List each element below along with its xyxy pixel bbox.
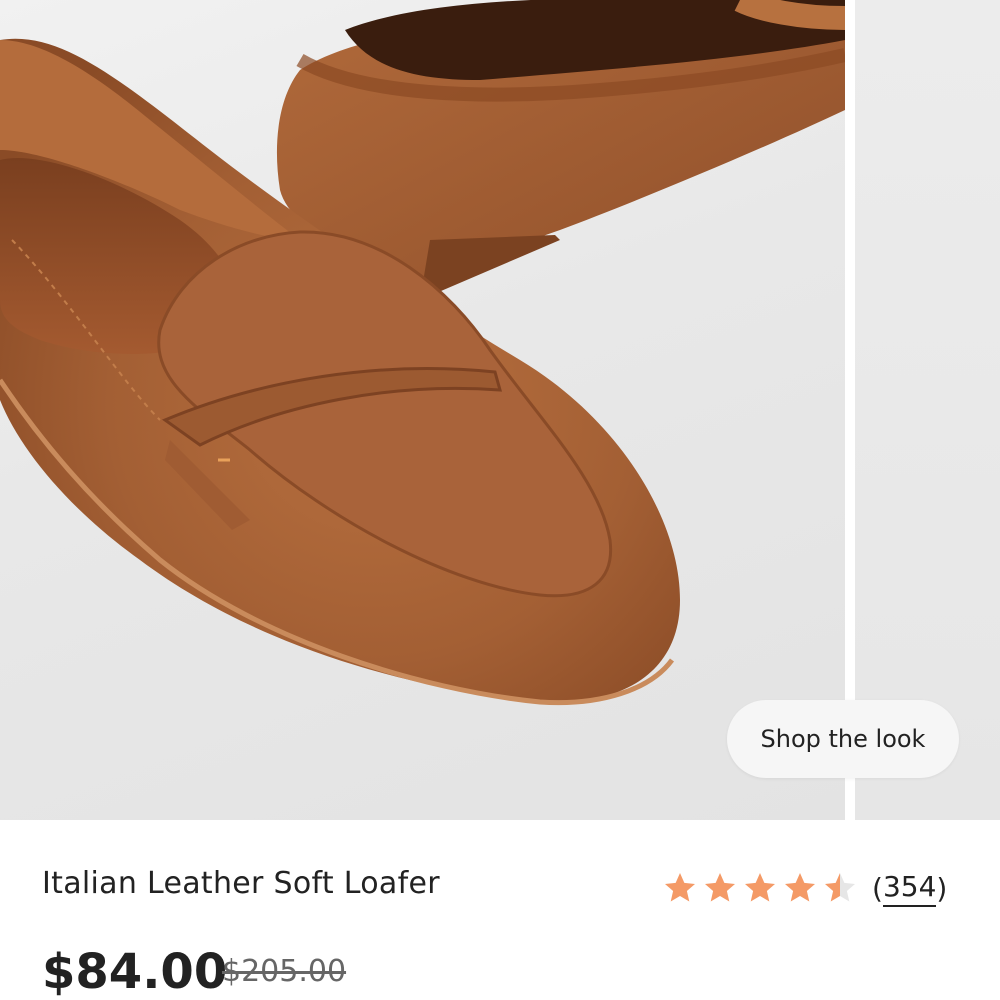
star-icon xyxy=(785,873,815,902)
star-icon xyxy=(745,873,775,902)
gallery-divider xyxy=(845,0,855,820)
rating-stars xyxy=(662,870,858,906)
review-count-link[interactable]: ( 354 ) xyxy=(872,870,947,907)
star-icon xyxy=(665,873,695,902)
review-count: 354 xyxy=(882,870,937,907)
current-price: $84.00 xyxy=(42,944,228,1000)
product-image[interactable] xyxy=(0,0,845,820)
star-icon xyxy=(705,873,735,902)
product-rating[interactable]: ( 354 ) xyxy=(662,866,947,910)
loafer-photo xyxy=(0,0,845,706)
next-product-image-peek[interactable] xyxy=(855,0,1000,820)
shop-the-look-button[interactable]: Shop the look xyxy=(727,700,959,778)
review-count-open-paren: ( xyxy=(872,871,883,905)
review-count-close-paren: ) xyxy=(936,871,948,905)
product-image-gallery[interactable]: Shop the look xyxy=(0,0,1000,820)
star-icon xyxy=(825,873,855,902)
original-price: $205.00 xyxy=(222,954,347,989)
product-title: Italian Leather Soft Loafer xyxy=(42,866,440,901)
